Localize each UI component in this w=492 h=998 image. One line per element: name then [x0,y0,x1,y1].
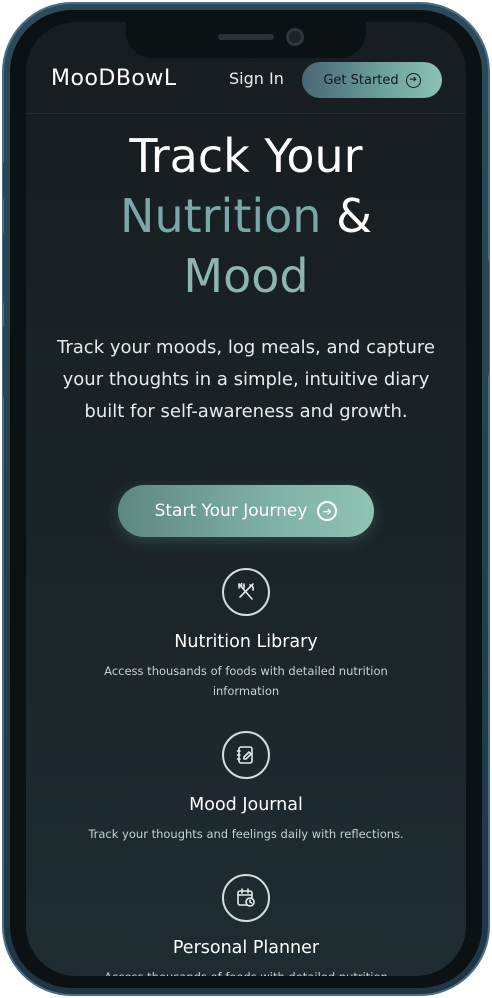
power-button [484,260,489,376]
get-started-button[interactable]: Get Started ➔ [302,62,442,98]
feature-title: Nutrition Library [174,632,318,652]
hero-title-nutrition: Nutrition [120,189,322,243]
logo[interactable]: MooDBowL [51,66,177,91]
silent-switch [3,162,8,200]
get-started-label: Get Started [323,72,399,88]
phone-notch [126,22,366,58]
hero-title-ampersand: & [336,189,372,243]
hero-title: Track Your Nutrition & Mood [26,126,466,306]
utensils-icon [222,568,270,616]
feature-title: Personal Planner [172,938,320,958]
feature-description: Track your thoughts and feelings daily w… [88,827,404,841]
hero-subtitle: Track your moods, log meals, and capture… [57,337,435,422]
speaker-grille [218,34,274,40]
app-screen: MooDBowL Sign In Get Started ➔ Track You… [26,22,466,976]
feature-title: Mood Journal [189,795,303,815]
start-journey-button[interactable]: Start Your Journey ➔ [118,485,374,537]
volume-down-button [3,326,8,398]
journal-pen-icon [222,731,270,779]
feature-description: Access thousands of foods with detailed … [76,967,416,976]
hero-title-line1: Track Your [129,129,363,183]
volume-up-button [3,232,8,304]
top-nav: MooDBowL Sign In Get Started ➔ [26,58,466,114]
arrow-right-circle-icon: ➔ [317,501,338,521]
calendar-clock-icon [222,874,270,922]
start-journey-label: Start Your Journey [154,501,308,521]
sign-in-link[interactable]: Sign In [229,69,284,88]
front-camera [286,28,304,46]
arrow-right-circle-icon: ➔ [405,72,421,88]
feature-description: Access thousands of foods with detailed … [104,664,388,698]
hero-title-mood: Mood [183,249,309,303]
